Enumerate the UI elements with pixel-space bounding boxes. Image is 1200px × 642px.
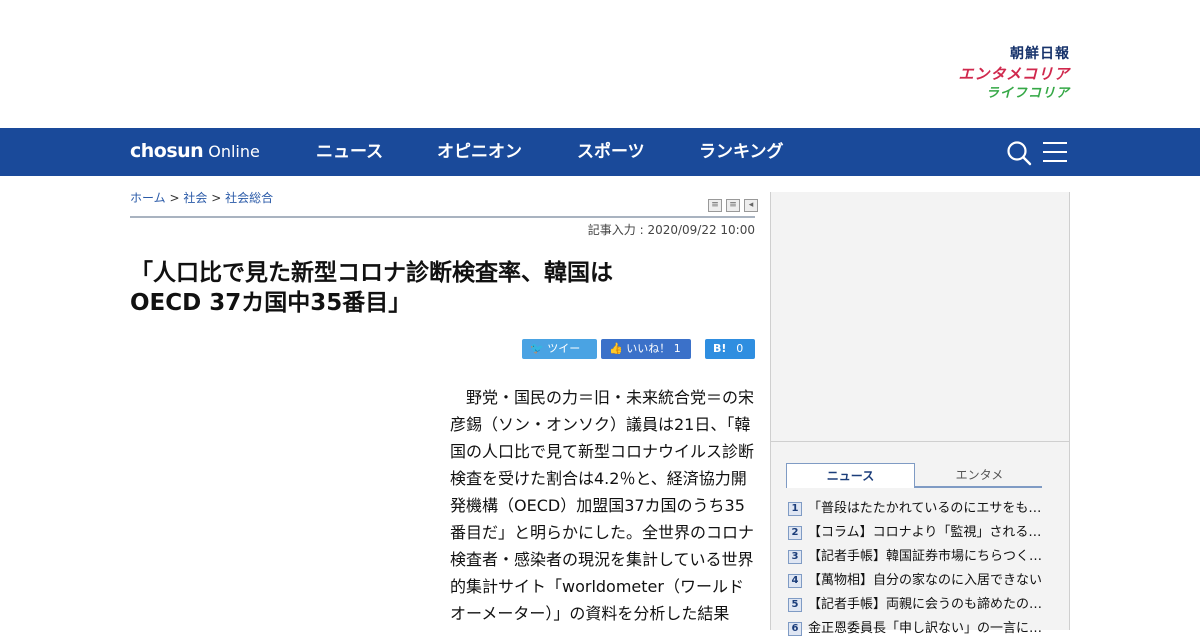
rank-number: 5: [788, 598, 802, 612]
article-tools: ≡ ≡ ◂: [704, 192, 758, 212]
brand-logo-chosun-ilbo[interactable]: 朝鮮日報: [958, 44, 1070, 64]
rank-title: 【萬物相】自分の家なのに入居できない: [808, 573, 1043, 588]
list-item[interactable]: 1 「普段はたたかれているのにエサをもらえず…: [788, 498, 1053, 522]
like-count: 1: [673, 342, 681, 355]
hatena-logo: B!: [713, 342, 727, 355]
article-date: 記事入力 : 2020/09/22 10:00: [587, 223, 755, 237]
list-item[interactable]: 3 【記者手帳】韓国証券市場にちらつく…: [788, 546, 1053, 570]
hatena-bookmark-button[interactable]: B! 0: [705, 339, 755, 359]
breadcrumb-separator: >: [169, 191, 180, 205]
search-icon[interactable]: [1006, 140, 1032, 166]
twitter-icon: 🐦: [530, 342, 544, 355]
headline-line-2: OECD 37カ国中35番目」: [130, 290, 412, 316]
sidebar: ニュース エンタメ 1 「普段はたたかれているのにエサをもらえず… 2 【コラム】コ…: [770, 192, 1070, 636]
site-logo[interactable]: chosun Online: [130, 139, 260, 164]
ranking-tabs: ニュース エンタメ: [786, 463, 1042, 488]
nav-item-news[interactable]: ニュース: [316, 140, 383, 164]
article-headline: 「人口比で見た新型コロナ診断検査率、韓国は OECD 37カ国中35番目」: [130, 258, 755, 318]
hatena-count: 0: [736, 342, 744, 355]
breadcrumb-home[interactable]: ホーム: [130, 191, 166, 205]
sidebar-ad-slot: [771, 192, 1069, 442]
brand-logos: 朝鮮日報 エンタメコリア ライフコリア: [958, 44, 1070, 104]
tab-news[interactable]: ニュース: [786, 463, 915, 488]
breadcrumb-divider: [130, 216, 755, 218]
breadcrumb: ホーム > 社会 > 社会総合: [130, 190, 273, 206]
brand-logo-entame-korea[interactable]: エンタメコリア: [958, 64, 1070, 84]
breadcrumb-section[interactable]: 社会: [183, 191, 207, 205]
list-item[interactable]: 2 【コラム】コロナより「監視」される国…: [788, 522, 1053, 546]
list-item[interactable]: 5 【記者手帳】両親に会うのも諦めたの…: [788, 594, 1053, 618]
rank-title: 【コラム】コロナより「監視」される国…: [808, 525, 1046, 540]
like-label: いいね！: [626, 342, 671, 355]
headline-line-1: 「人口比で見た新型コロナ診断検査率、韓国は: [130, 260, 613, 286]
breadcrumb-separator: >: [211, 191, 222, 205]
nav-item-opinion[interactable]: オピニオン: [437, 140, 522, 164]
breadcrumb-subsection[interactable]: 社会総合: [225, 191, 273, 205]
thumbs-up-icon: 👍: [609, 342, 623, 355]
nav-item-sports[interactable]: スポーツ: [577, 140, 645, 164]
ranking-list: 1 「普段はたたかれているのにエサをもらえず… 2 【コラム】コロナより「監視」され…: [788, 498, 1053, 642]
print-icon[interactable]: ≡: [708, 199, 722, 212]
nav-item-ranking[interactable]: ランキング: [699, 140, 784, 164]
list-item[interactable]: 4 【萬物相】自分の家なのに入居できない: [788, 570, 1053, 594]
article-body: 野党・国民の力＝旧・未来統合党＝の宋彦錫（ソン・オンソク）議員は21日、「韓国の…: [450, 388, 755, 623]
rank-number: 6: [788, 622, 802, 636]
rank-title: 「普段はたたかれているのにエサをもらえず…: [808, 501, 1046, 516]
hamburger-menu-icon[interactable]: [1043, 142, 1067, 164]
rank-number: 1: [788, 502, 802, 516]
rank-title: 【記者手帳】両親に会うのも諦めたの…: [808, 597, 1043, 612]
back-icon[interactable]: ◂: [744, 199, 758, 212]
facebook-like-button[interactable]: 👍 いいね！ 1: [601, 339, 691, 359]
rank-title: 金正恩委員長「申し訳ない」の一言に…: [808, 621, 1043, 636]
copy-icon[interactable]: ≡: [726, 199, 740, 212]
brand-logo-life-korea[interactable]: ライフコリア: [958, 84, 1070, 104]
tweet-button[interactable]: 🐦 ツイート: [522, 339, 597, 375]
rank-number: 3: [788, 550, 802, 564]
rank-title: 【記者手帳】韓国証券市場にちらつく…: [808, 549, 1043, 564]
list-item[interactable]: 6 金正恩委員長「申し訳ない」の一言に…: [788, 618, 1053, 642]
logo-bold-text: chosun: [130, 140, 204, 162]
tab-entame[interactable]: エンタメ: [915, 463, 1044, 488]
logo-light-text: Online: [208, 142, 260, 161]
rank-number: 4: [788, 574, 802, 588]
top-banner: 朝鮮日報 エンタメコリア ライフコリア: [0, 0, 1200, 128]
rank-number: 2: [788, 526, 802, 540]
